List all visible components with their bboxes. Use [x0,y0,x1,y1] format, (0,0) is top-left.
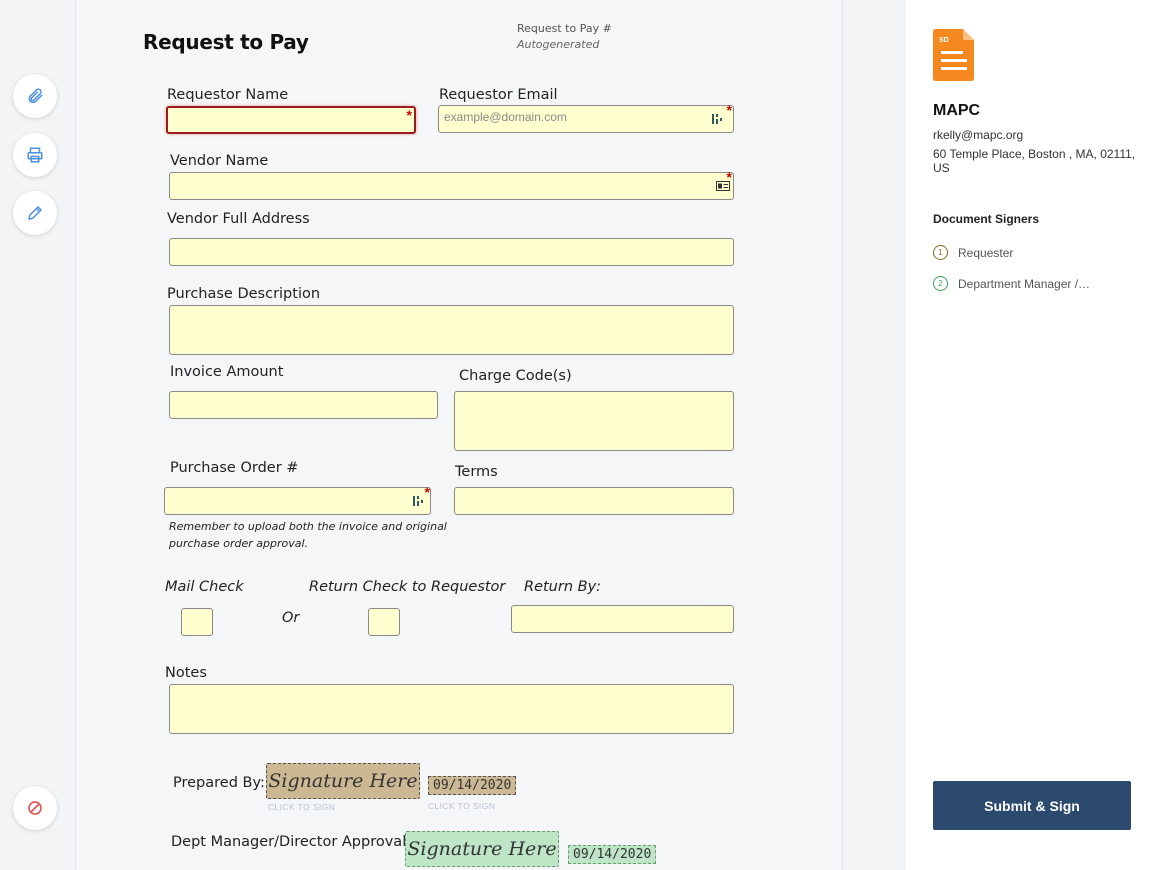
purchase-order-field[interactable]: * [164,484,431,515]
prepared-by-label: Prepared By: [173,775,265,791]
requestor-email-label: Requestor Email [439,87,558,103]
terms-label: Terms [455,464,498,480]
signers-heading: Document Signers [933,212,1040,226]
dept-approval-signature[interactable]: Signature Here [405,831,559,867]
po-note: Remember to upload both the invoice and … [169,518,447,552]
return-check-checkbox[interactable] [368,608,400,636]
requestor-name-label: Requestor Name [167,87,289,103]
paperclip-icon [28,88,43,104]
mail-check-label: Mail Check [165,579,244,595]
po-note-line1: Remember to upload both the invoice and … [169,520,447,533]
requestor-name-field[interactable]: * [166,106,416,134]
notes-field[interactable] [169,684,734,734]
purchase-description-label: Purchase Description [167,286,321,302]
rtp-number: Request to Pay # Autogenerated [517,21,612,53]
pencil-icon [28,206,42,220]
return-check-label: Return Check to Requestor [309,579,506,595]
decline-button[interactable] [13,786,57,830]
signature-placeholder: Signature Here [268,770,418,792]
signer-number: 1 [933,245,948,260]
signer-number: 2 [933,276,948,291]
notes-label: Notes [165,665,207,681]
vendor-address-label: Vendor Full Address [167,211,310,227]
vendor-name-field[interactable]: * [169,169,734,200]
required-marker: * [424,484,430,500]
org-address-line2: US [933,161,950,175]
charge-codes-field[interactable] [454,391,734,451]
invoice-amount-field[interactable] [169,391,438,419]
vendor-name-label: Vendor Name [170,153,269,169]
po-note-line2: purchase order approval. [169,537,309,550]
prepared-by-date: 09/14/2020 [428,776,517,795]
signer-name: Requester [958,245,1014,260]
decline-icon [28,801,42,815]
required-marker: * [406,107,412,123]
document-file-icon: SD [933,29,974,81]
signature-placeholder: Signature Here [407,838,557,860]
file-badge: SD [939,37,949,44]
mail-check-checkbox[interactable] [181,608,213,636]
vendor-address-field[interactable] [169,238,734,266]
org-email: rkelly@mapc.org [933,128,1024,142]
autofill-icon [712,114,722,124]
dept-approval-label: Dept Manager/Director Approval: [171,834,412,850]
document-page: Request to Pay Request to Pay # Autogene… [77,0,843,870]
requestor-email-field[interactable]: example@domain.com * [438,102,734,133]
left-toolbar [0,0,76,870]
charge-codes-label: Charge Code(s) [459,368,572,384]
edit-button[interactable] [13,191,57,235]
required-marker: * [726,169,732,185]
org-address-line1: 60 Temple Place, Boston , MA, 02111, [933,147,1136,161]
email-placeholder: example@domain.com [444,110,567,124]
prepared-by-signature[interactable]: Signature Here [266,763,420,799]
org-name: MAPC [933,102,981,119]
submit-sign-button[interactable]: Submit & Sign [933,781,1131,830]
rtp-number-value: Autogenerated [517,38,600,51]
signer-name: Department Manager /… [958,276,1091,291]
dept-approval-date: 09/14/2020 [568,845,657,864]
attach-button[interactable] [13,74,57,118]
click-to-sign-hint: CLICK TO SIGN [268,802,336,812]
info-panel: SD MAPC rkelly@mapc.org 60 Temple Place,… [906,0,1156,870]
required-marker: * [726,102,732,118]
print-button[interactable] [13,133,57,177]
purchase-order-label: Purchase Order # [170,460,299,476]
return-by-label: Return By: [524,579,602,595]
return-by-date-field[interactable] [511,605,734,633]
terms-field[interactable] [454,487,734,515]
rtp-number-label: Request to Pay # [517,22,612,35]
signer-item[interactable]: 1 Requester [933,245,1013,260]
click-to-sign-hint: CLICK TO SIGN [428,801,496,811]
purchase-description-field[interactable] [169,305,734,355]
page-title: Request to Pay [143,30,309,54]
or-label: Or [282,610,300,626]
invoice-amount-label: Invoice Amount [170,364,284,380]
signer-item[interactable]: 2 Department Manager /… [933,276,1090,291]
printer-icon [27,147,43,163]
